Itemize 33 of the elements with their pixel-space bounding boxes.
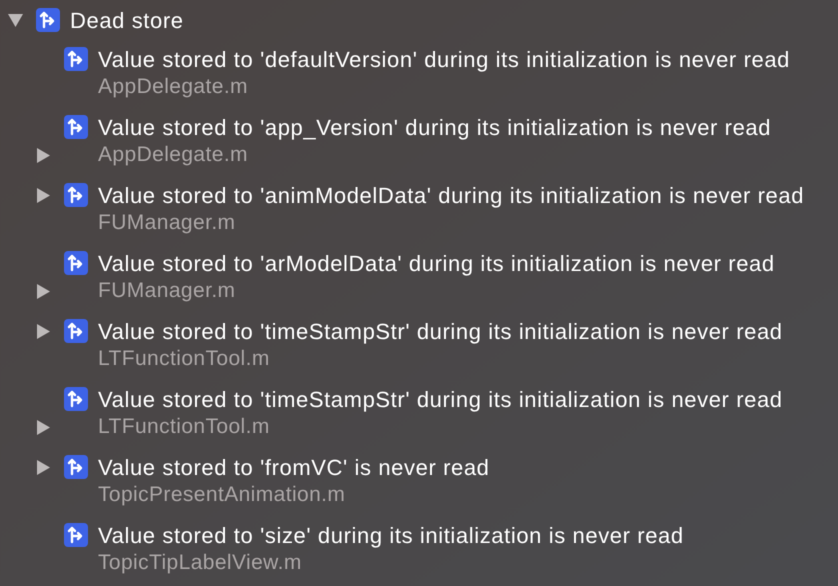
file-name: LTFunctionTool.m xyxy=(98,414,270,440)
issue-message[interactable]: Value stored to 'fromVC' is never read xyxy=(98,450,490,484)
branch-icon xyxy=(64,115,88,139)
branch-icon xyxy=(64,455,88,479)
disclosure-triangle-icon[interactable] xyxy=(37,460,50,474)
disclosure-triangle-icon[interactable] xyxy=(8,14,23,26)
issue-message[interactable]: Value stored to 'size' during its initialization is never read xyxy=(98,518,684,552)
disclosure-triangle-icon[interactable] xyxy=(37,188,50,202)
disclosure-triangle-icon[interactable] xyxy=(37,324,50,338)
file-name: AppDelegate.m xyxy=(98,142,248,168)
file-name: TopicTipLabelView.m xyxy=(98,550,302,576)
branch-icon xyxy=(64,387,88,411)
group-title[interactable]: Dead store xyxy=(70,4,184,36)
file-name: LTFunctionTool.m xyxy=(98,346,270,372)
issue-message[interactable]: Value stored to 'defaultVersion' during its initialization is never read xyxy=(98,42,790,76)
branch-icon xyxy=(64,251,88,275)
issue-message[interactable]: Value stored to 'arModelData' during its initialization is never read xyxy=(98,246,775,280)
branch-icon xyxy=(64,183,88,207)
disclosure-triangle-icon[interactable] xyxy=(37,284,50,298)
issue-message[interactable]: Value stored to 'animModelData' during its initialization is never read xyxy=(98,178,804,212)
file-name: TopicPresentAnimation.m xyxy=(98,482,346,508)
disclosure-triangle-icon[interactable] xyxy=(37,148,50,162)
branch-icon xyxy=(64,319,88,343)
file-name: FUManager.m xyxy=(98,278,236,304)
file-name: FUManager.m xyxy=(98,210,236,236)
branch-icon xyxy=(64,47,88,71)
issue-message[interactable]: Value stored to 'timeStampStr' during its initialization is never read xyxy=(98,382,783,416)
branch-icon xyxy=(36,8,60,32)
issue-message[interactable]: Value stored to 'timeStampStr' during its initialization is never read xyxy=(98,314,783,348)
issue-message[interactable]: Value stored to 'app_Version' during its initialization is never read xyxy=(98,110,772,144)
branch-icon xyxy=(64,523,88,547)
file-name: AppDelegate.m xyxy=(98,74,248,100)
disclosure-triangle-icon[interactable] xyxy=(37,420,50,434)
